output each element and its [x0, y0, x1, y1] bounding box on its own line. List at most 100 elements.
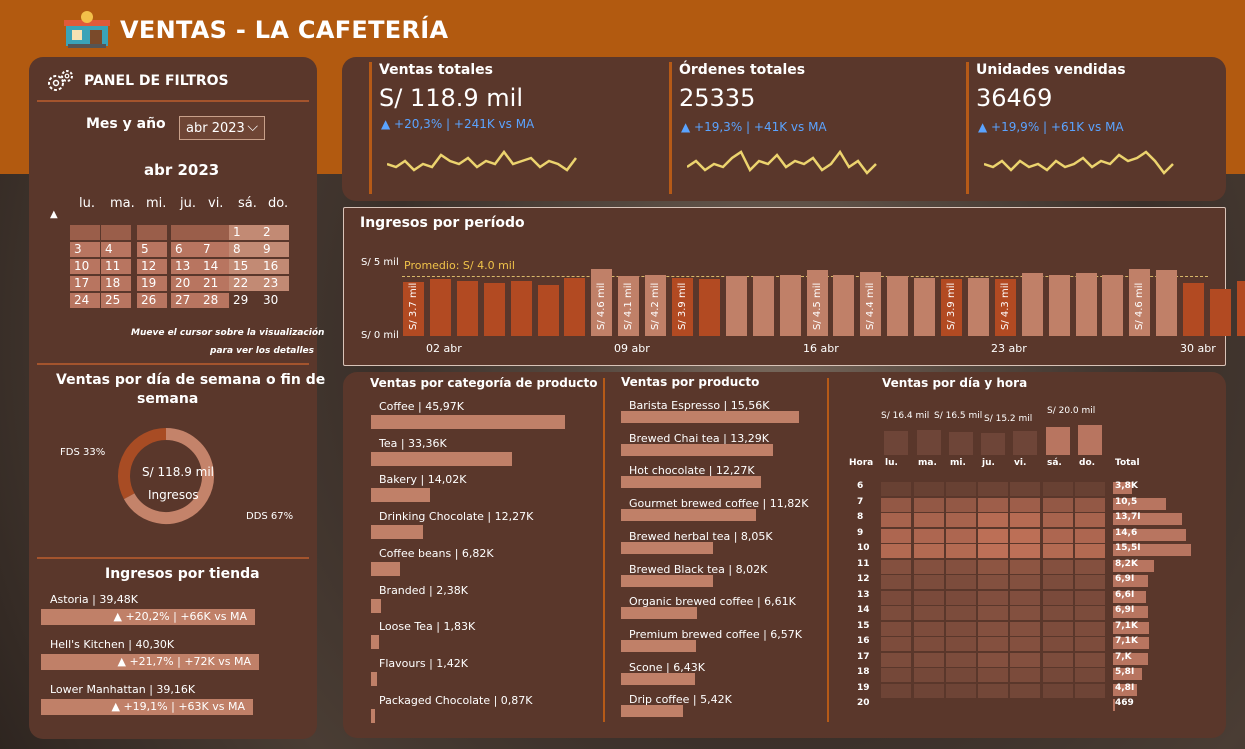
heatmap-cell[interactable]: [946, 575, 977, 589]
store-bar[interactable]: ▲ +19,1% | +63K vs MA: [41, 699, 253, 715]
heatmap-cell[interactable]: [881, 575, 912, 589]
day-total-bar[interactable]: [884, 431, 908, 455]
heatmap-cell[interactable]: [1010, 575, 1041, 589]
product-bar[interactable]: [621, 443, 774, 456]
heatmap-cell[interactable]: [946, 497, 977, 512]
heatmap-cell[interactable]: [1043, 683, 1074, 698]
period-bar[interactable]: [1102, 274, 1124, 336]
heatmap-cell[interactable]: [1075, 482, 1106, 496]
heatmap-cell[interactable]: [978, 559, 1009, 574]
period-bar[interactable]: [564, 277, 586, 336]
category-bar[interactable]: [371, 561, 400, 576]
heatmap-cell[interactable]: [914, 513, 945, 527]
heatmap-cell[interactable]: [881, 528, 912, 543]
heatmap-cell[interactable]: [1075, 668, 1106, 682]
period-bar[interactable]: [1021, 273, 1043, 336]
calendar-day[interactable]: 2: [259, 225, 289, 240]
heatmap-cell[interactable]: [1075, 652, 1106, 667]
category-bar[interactable]: [371, 708, 375, 723]
period-bar[interactable]: [1156, 270, 1178, 336]
period-bar[interactable]: [1236, 280, 1245, 336]
heatmap-cell[interactable]: [914, 652, 945, 667]
heatmap-cell[interactable]: [881, 559, 912, 574]
heatmap-cell[interactable]: [881, 606, 912, 620]
heatmap-cell[interactable]: [1010, 544, 1041, 558]
period-bar[interactable]: [1183, 283, 1205, 336]
store-bar[interactable]: ▲ +20,2% | +66K vs MA: [41, 609, 255, 625]
heatmap-cell[interactable]: [881, 652, 912, 667]
period-bar[interactable]: [833, 274, 855, 336]
period-bar[interactable]: [1048, 274, 1070, 336]
heatmap-cell[interactable]: [978, 621, 1009, 636]
heatmap-cell[interactable]: [978, 652, 1009, 667]
period-bar[interactable]: [510, 280, 532, 336]
calendar-day[interactable]: 7: [199, 242, 229, 257]
heatmap-cell[interactable]: [1075, 513, 1106, 527]
kpi-sparkline[interactable]: [387, 145, 577, 185]
heatmap-cell[interactable]: [881, 497, 912, 512]
period-bar[interactable]: [698, 279, 720, 336]
heatmap-cell[interactable]: [1043, 544, 1074, 558]
heatmap-cell[interactable]: [914, 544, 945, 558]
period-bar[interactable]: [752, 276, 774, 336]
heatmap-cell[interactable]: [1043, 513, 1074, 527]
calendar-day[interactable]: 12: [137, 259, 167, 274]
heatmap-cell[interactable]: [881, 668, 912, 682]
heatmap-cell[interactable]: [881, 544, 912, 558]
heatmap-cell[interactable]: [914, 482, 945, 496]
heatmap-cell[interactable]: [978, 668, 1009, 682]
calendar-day[interactable]: 14: [199, 259, 229, 274]
product-bar[interactable]: [621, 705, 683, 718]
day-total-bar[interactable]: [1013, 431, 1037, 455]
product-bar[interactable]: [621, 411, 799, 423]
calendar-day[interactable]: 4: [101, 242, 131, 257]
day-total-bar[interactable]: [949, 432, 973, 455]
heatmap-cell[interactable]: [946, 590, 977, 605]
heatmap-cell[interactable]: [1043, 606, 1074, 620]
heatmap-cell[interactable]: [914, 683, 945, 698]
heatmap-cell[interactable]: [978, 482, 1009, 496]
category-bar[interactable]: [371, 598, 382, 613]
heatmap-cell[interactable]: [946, 544, 977, 558]
period-bar[interactable]: [967, 277, 989, 336]
heatmap-cell[interactable]: [1010, 668, 1041, 682]
heatmap-cell[interactable]: [1010, 637, 1041, 651]
heatmap-cell[interactable]: [946, 621, 977, 636]
product-bar[interactable]: [621, 509, 757, 522]
heatmap-cell[interactable]: [1075, 683, 1106, 698]
heatmap-cell[interactable]: [1043, 668, 1074, 682]
product-bar[interactable]: [621, 476, 762, 489]
day-total-bar[interactable]: [1078, 425, 1102, 455]
period-bar[interactable]: [779, 274, 801, 336]
heatmap-cell[interactable]: [1075, 590, 1106, 605]
period-bar[interactable]: [429, 279, 451, 336]
heatmap-cell[interactable]: [1043, 497, 1074, 512]
calendar-day[interactable]: 15: [229, 259, 259, 274]
heatmap-cell[interactable]: [1010, 683, 1041, 698]
heatmap-cell[interactable]: [914, 637, 945, 651]
heatmap-cell[interactable]: [914, 528, 945, 543]
heatmap-cell[interactable]: [1043, 528, 1074, 543]
heatmap-cell[interactable]: [978, 575, 1009, 589]
heatmap-cell[interactable]: [978, 683, 1009, 698]
heatmap-cell[interactable]: [1075, 606, 1106, 620]
heatmap-cell[interactable]: [1010, 621, 1041, 636]
heatmap-cell[interactable]: [978, 637, 1009, 651]
heatmap-cell[interactable]: [1010, 652, 1041, 667]
heatmap-cell[interactable]: [914, 621, 945, 636]
period-bar[interactable]: [483, 283, 505, 336]
category-bar[interactable]: [371, 488, 431, 503]
calendar-day[interactable]: 5: [137, 242, 167, 257]
heatmap-cell[interactable]: [881, 637, 912, 651]
calendar-day[interactable]: 22: [229, 276, 259, 291]
period-bar[interactable]: [914, 277, 936, 336]
product-bar[interactable]: [621, 672, 695, 685]
calendar-day[interactable]: 20: [171, 276, 201, 291]
calendar-day[interactable]: 30: [259, 293, 289, 308]
period-bar[interactable]: [456, 280, 478, 336]
calendar-day[interactable]: 17: [70, 276, 100, 291]
heatmap-cell[interactable]: [946, 528, 977, 543]
heatmap-cell[interactable]: [1043, 621, 1074, 636]
category-bar[interactable]: [371, 451, 512, 466]
calendar-day[interactable]: 26: [137, 293, 167, 308]
